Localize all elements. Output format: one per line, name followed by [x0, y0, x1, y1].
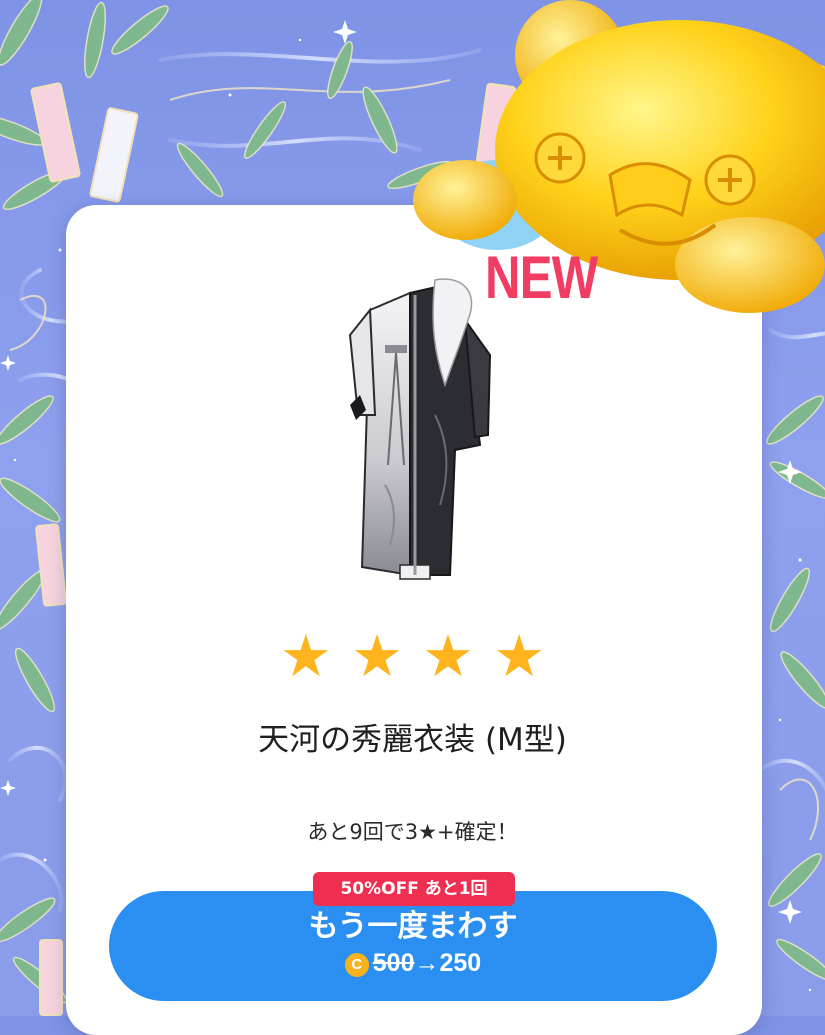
discount-badge: 50%OFF あと1回 — [313, 872, 515, 906]
new-badge: NEW — [485, 244, 598, 311]
rarity-stars: ★ ★ ★ ★ — [0, 623, 825, 689]
star-icon: ★ — [350, 622, 403, 690]
old-price: 500 — [372, 949, 415, 977]
star-icon: ★ — [279, 622, 332, 690]
outfit-icon — [348, 278, 492, 580]
spin-again-label: もう一度まわす — [308, 909, 518, 944]
star-icon: ★ — [493, 622, 546, 690]
guarantee-text: あと9回で3★+確定！ — [307, 820, 518, 844]
arrow-icon: → — [414, 949, 440, 977]
price-row: C 500→250 — [109, 947, 717, 979]
spin-again-button[interactable]: もう一度まわす C 500→250 — [109, 891, 717, 1001]
coin-icon: C — [344, 953, 369, 977]
new-price: 250 — [439, 949, 482, 977]
item-name: 天河の秀麗衣装 (M型) — [258, 722, 567, 758]
star-icon: ★ — [422, 622, 475, 690]
